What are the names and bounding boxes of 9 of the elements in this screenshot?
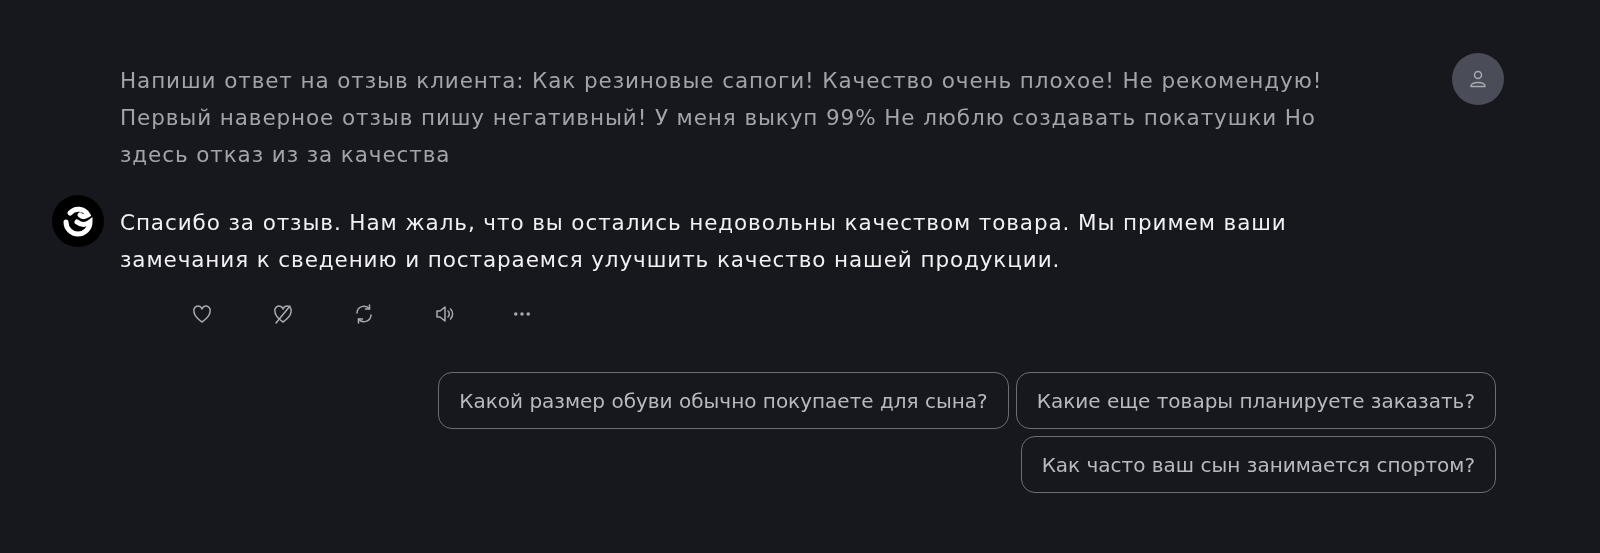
bot-logo-icon [52,195,104,247]
suggestion-chip[interactable]: Как часто ваш сын занимается спортом? [1020,436,1496,493]
heart-icon [190,302,214,326]
suggestion-chip[interactable]: Какой размер обуви обычно покупаете для сына? [438,372,1009,429]
crossed-heart-icon [271,302,295,326]
suggestion-chip[interactable]: Какие еще товары планируете заказать? [1015,372,1496,429]
bot-message: Спасибо за отзыв. Нам жаль, что вы остались недовольны качеством товара. Мы примем ваши замечания к сведению и постараемся улучшить качество нашей продукции. [120,209,1288,274]
more-icon [514,312,530,316]
user-message: Напиши ответ на отзыв клиента: Как резиновые сапоги! Качество очень плохое! Не рекомендую! Первый наверное отзыв пишу негативный! У меня выкуп 99% Не люблю создавать покатушки Но здесь отказ из за качества [120,67,1324,169]
